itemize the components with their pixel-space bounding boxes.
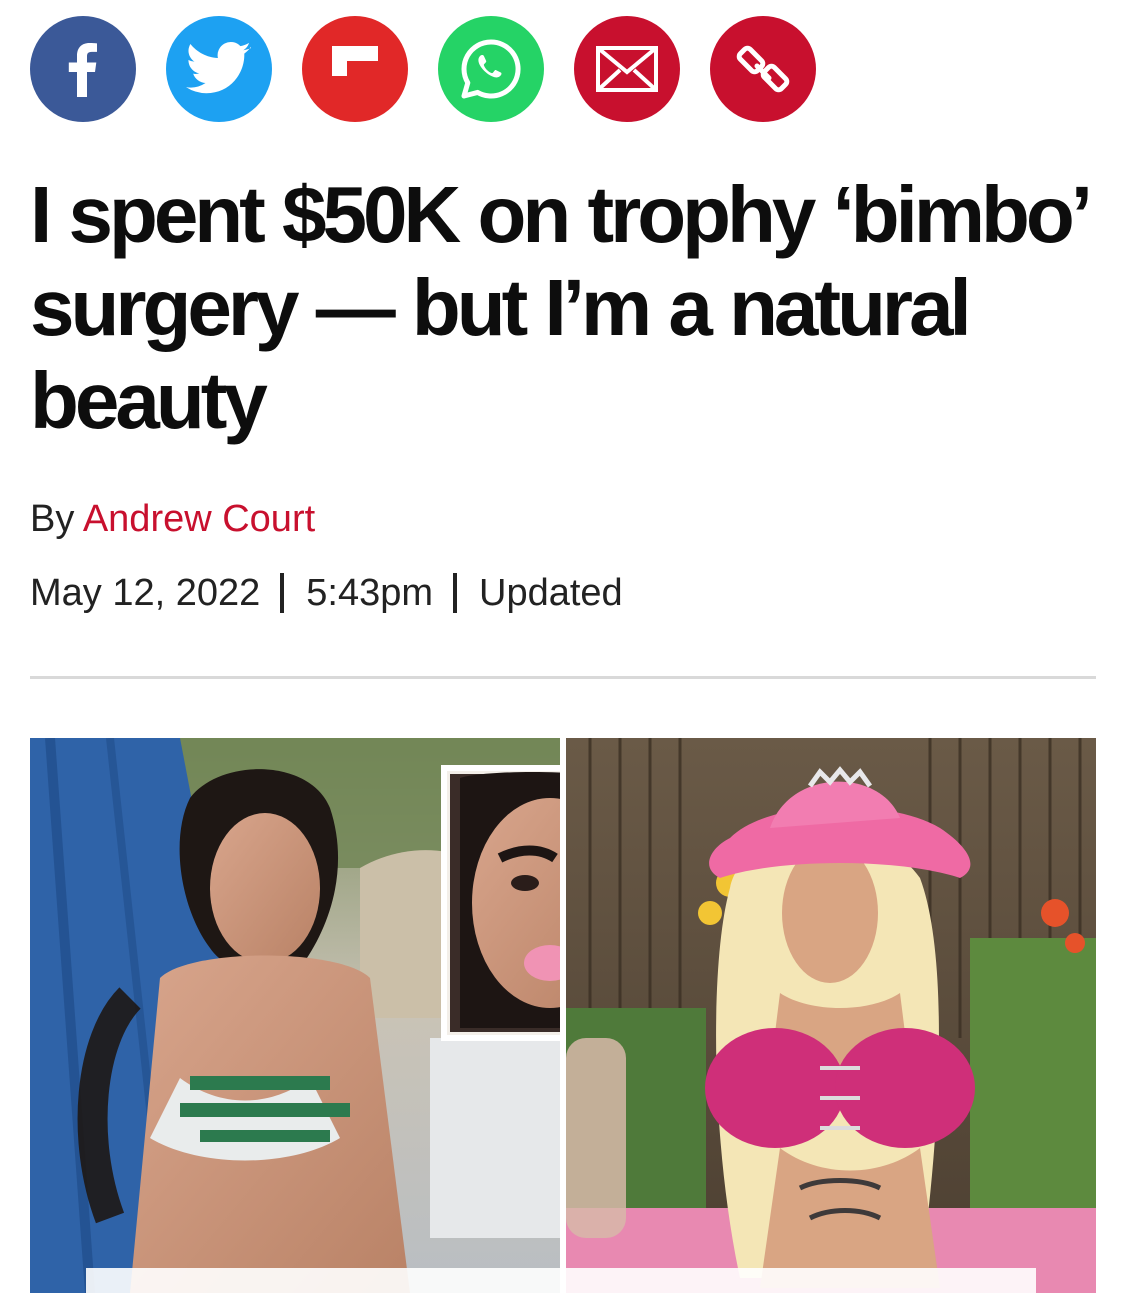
article-headline: I spent $50K on trophy ‘bimbo’ surgery —… <box>30 170 1089 445</box>
share-bar <box>30 16 816 124</box>
byline: By Andrew Court <box>30 496 315 542</box>
share-email-button[interactable] <box>574 16 680 122</box>
link-icon <box>736 45 790 93</box>
header-divider <box>30 676 1096 679</box>
after-photo <box>566 738 1096 1293</box>
share-copy-link-button[interactable] <box>710 16 816 122</box>
share-flipboard-button[interactable] <box>302 16 408 122</box>
date-separator <box>280 573 285 613</box>
share-whatsapp-button[interactable] <box>438 16 544 122</box>
hero-photo-collage <box>30 738 1096 1293</box>
envelope-icon <box>596 46 658 92</box>
publish-time: 5:43pm <box>306 572 434 614</box>
dateline: May 12, 2022 5:43pm Updated <box>30 570 623 616</box>
hero-image[interactable] <box>30 738 1096 1293</box>
publish-date: May 12, 2022 <box>30 572 261 614</box>
author-link[interactable]: Andrew Court <box>83 498 315 540</box>
updated-label: Updated <box>479 572 623 614</box>
facebook-icon <box>68 43 97 97</box>
twitter-bird-icon <box>186 41 251 94</box>
byline-prefix: By <box>30 498 75 540</box>
share-twitter-button[interactable] <box>166 16 272 122</box>
time-separator <box>453 573 458 613</box>
flipboard-icon <box>332 46 378 76</box>
share-facebook-button[interactable] <box>30 16 136 122</box>
whatsapp-icon <box>461 39 521 99</box>
